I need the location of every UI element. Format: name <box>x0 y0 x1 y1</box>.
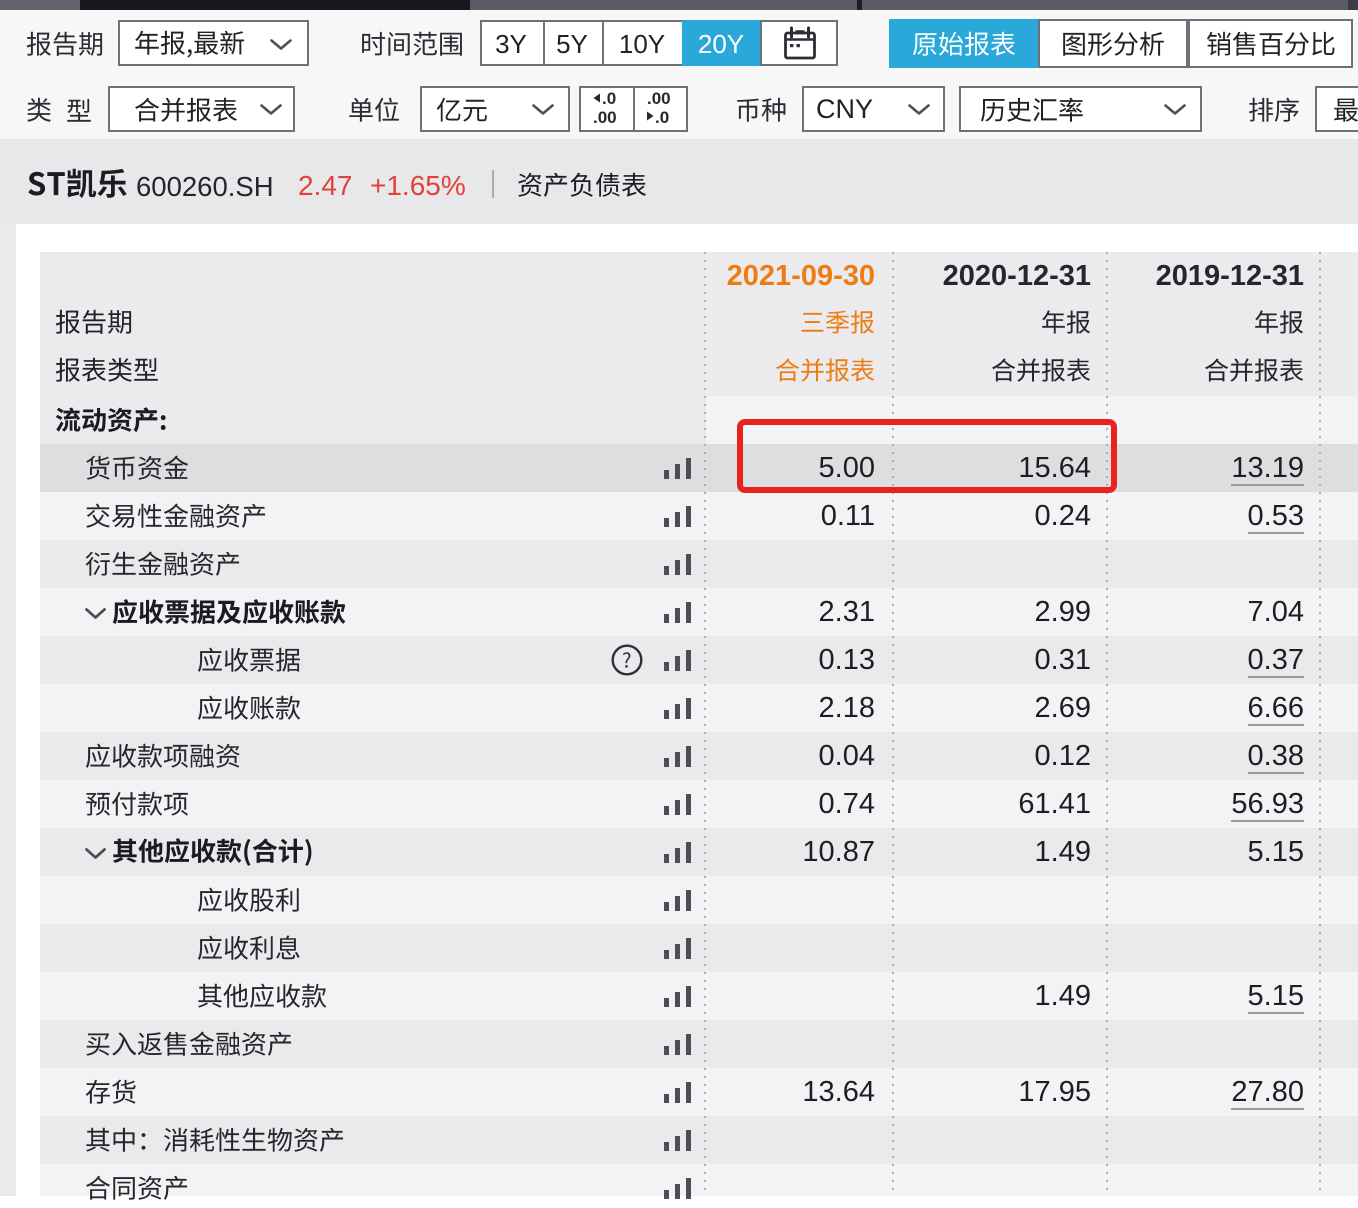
svg-text:.0: .0 <box>655 108 669 127</box>
svg-text:.00: .00 <box>647 89 671 108</box>
svg-text:.00: .00 <box>593 108 617 127</box>
svg-text:.0: .0 <box>602 89 616 108</box>
